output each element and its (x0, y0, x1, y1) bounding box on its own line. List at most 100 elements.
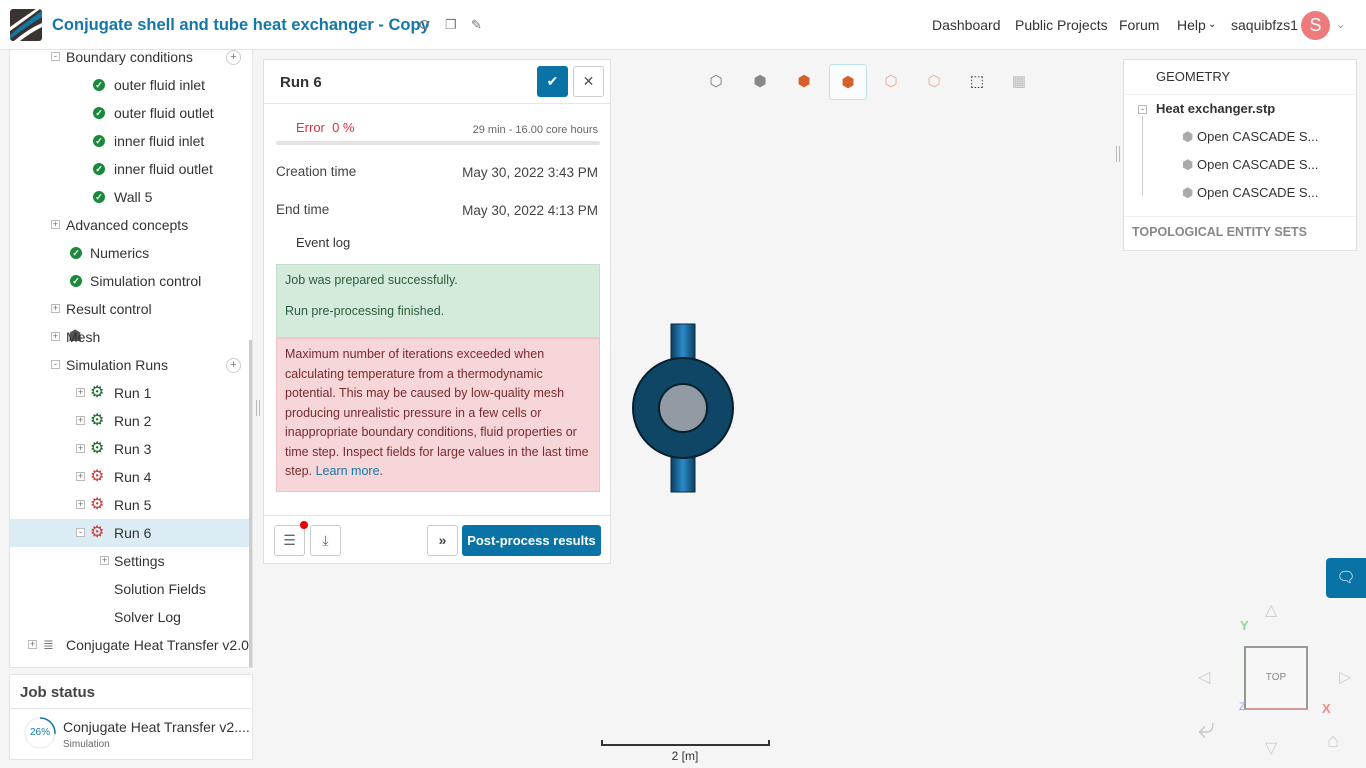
tree-item-label: Advanced concepts (66, 217, 189, 233)
copy-icon[interactable]: ❐ (445, 17, 457, 33)
tree-item[interactable]: ✓ Wall 5 (10, 183, 250, 211)
tree-item[interactable]: + ⚙ Run 3 (10, 435, 250, 463)
expand-toggle[interactable]: + (76, 472, 85, 481)
tree-item[interactable]: Solver Log (10, 603, 250, 631)
add-button[interactable]: + (226, 358, 241, 373)
expand-toggle[interactable]: + (51, 220, 60, 229)
share-icon[interactable]: ⭘ (419, 17, 429, 33)
expand-toggle[interactable]: + (51, 304, 60, 313)
post-process-button[interactable]: Post-process results (462, 525, 601, 556)
tree-item-label: Wall 5 (114, 189, 153, 205)
job-name[interactable]: Conjugate Heat Transfer v2.... (63, 719, 250, 735)
tree-item[interactable]: + ☗ Mesh (10, 323, 250, 351)
expand-toggle[interactable]: + (76, 416, 85, 425)
username[interactable]: saquibfzs1 (1231, 17, 1298, 33)
heat-exchanger-model[interactable] (630, 322, 736, 494)
collapse-toggle[interactable]: - (51, 360, 60, 369)
collapse-toggle[interactable]: - (76, 528, 85, 537)
learn-more-link[interactable]: Learn more (316, 464, 380, 478)
expand-toggle[interactable]: + (76, 500, 85, 509)
scale-label: 2 [m] (671, 749, 699, 763)
home-view-icon[interactable]: ⌂ (1327, 730, 1339, 753)
tree-item[interactable]: + ≣ Conjugate Heat Transfer v2.0... (10, 631, 252, 659)
collapse-toggle[interactable]: - (1138, 105, 1147, 114)
solid-view-icon[interactable]: ⬢ (741, 64, 779, 100)
panel-resize-handle[interactable] (1116, 146, 1120, 162)
rotate-view-icon[interactable]: ⤶ (1198, 712, 1215, 746)
check-icon: ✓ (70, 275, 82, 287)
topological-sets-title[interactable]: TOPOLOGICAL ENTITY SETS (1132, 225, 1307, 239)
download-button[interactable]: ⤓ (310, 525, 341, 556)
select-volume-icon[interactable]: ⬢ (785, 64, 823, 100)
geometry-item[interactable]: ⬢ Open CASCADE S... (1182, 157, 1318, 173)
tree-item[interactable]: ✓ inner fluid inlet (10, 127, 250, 155)
scrollbar[interactable] (249, 340, 252, 667)
run-status: Error (296, 120, 325, 135)
tree-item[interactable]: - ⚙ Run 6 (10, 519, 250, 547)
tree-item[interactable]: Solution Fields (10, 575, 250, 603)
tree-item[interactable]: + ⚙ Run 4 (10, 463, 250, 491)
close-button[interactable]: ✕ (573, 66, 604, 97)
select-face-icon[interactable]: ⬢ (829, 64, 867, 100)
tree-item-label: Run 2 (114, 413, 152, 429)
nav-dashboard[interactable]: Dashboard (932, 17, 1001, 33)
tree-item[interactable]: - Simulation Runs + (10, 351, 250, 379)
geometry-item[interactable]: ⬢ Open CASCADE S... (1182, 129, 1318, 145)
expand-toggle[interactable]: + (76, 388, 85, 397)
geometry-item-label: Open CASCADE S... (1196, 157, 1319, 172)
geometry-item-label: Open CASCADE S... (1196, 185, 1319, 200)
sidebar-resize-handle[interactable] (256, 400, 260, 416)
add-button[interactable]: + (226, 50, 241, 65)
collapse-toggle[interactable]: - (51, 52, 60, 61)
nav-public-projects[interactable]: Public Projects (1015, 17, 1108, 33)
edit-icon[interactable]: ✎ (471, 17, 482, 33)
tree-item-label: Run 4 (114, 469, 152, 485)
rotate-up-icon[interactable]: △ (1265, 600, 1277, 620)
tree-item[interactable]: ✓ Numerics (10, 239, 250, 267)
expand-toggle[interactable]: + (76, 444, 85, 453)
tree-item[interactable]: ✓ inner fluid outlet (10, 155, 250, 183)
chat-button[interactable]: 🗨 (1326, 558, 1366, 598)
geometry-item[interactable]: ⬢ Open CASCADE S... (1182, 185, 1318, 201)
rotate-right-icon[interactable]: ▷ (1339, 667, 1351, 687)
box-select-icon[interactable]: ⬚ (958, 64, 996, 100)
tree-item[interactable]: + ⚙ Run 5 (10, 491, 250, 519)
geometry-file[interactable]: Heat exchanger.stp (1156, 101, 1275, 116)
tree-item[interactable]: + ⚙ Run 2 (10, 407, 250, 435)
tree-item-label: Simulation control (90, 273, 202, 289)
expand-toggle[interactable]: + (100, 556, 109, 565)
tree-item-label: Simulation Runs (66, 357, 168, 373)
view-cube-face[interactable]: TOP (1244, 646, 1308, 710)
select-point-icon[interactable]: ⬡ (915, 64, 953, 100)
tree-item[interactable]: + Advanced concepts (10, 211, 250, 239)
confirm-button[interactable]: ✔ (537, 66, 568, 97)
select-edge-icon[interactable]: ⬡ (872, 64, 910, 100)
rotate-left-icon[interactable]: ◁ (1198, 667, 1210, 687)
chevron-down-icon[interactable]: ⌄ (1208, 19, 1216, 30)
tree-item[interactable]: - Boundary conditions + (10, 50, 250, 71)
mesh-view-icon[interactable]: ▦ (1000, 64, 1038, 100)
tree-item-label: Run 1 (114, 385, 152, 401)
rotate-down-icon[interactable]: ▽ (1265, 738, 1277, 758)
tree-item-label: Settings (114, 553, 165, 569)
project-title[interactable]: Conjugate shell and tube heat exchanger … (52, 16, 430, 35)
tree-item[interactable]: + Settings (10, 547, 250, 575)
tree-item[interactable]: ✓ Simulation control (10, 267, 250, 295)
tree-item-label: Result control (66, 301, 152, 317)
expand-toggle[interactable]: + (28, 640, 37, 649)
wireframe-view-icon[interactable]: ⬡ (697, 64, 735, 100)
tree-item[interactable]: + Result control (10, 295, 250, 323)
avatar[interactable]: S (1301, 11, 1330, 40)
expand-toggle[interactable]: + (51, 332, 60, 341)
nav-help[interactable]: Help (1177, 17, 1206, 33)
event-list-button[interactable]: ☰ (274, 525, 305, 556)
expand-button[interactable]: » (427, 525, 458, 556)
nav-forum[interactable]: Forum (1119, 17, 1159, 33)
geometry-panel: GEOMETRY - Heat exchanger.stp ⬢ Open CAS… (1123, 59, 1357, 251)
tree-item[interactable]: ✓ outer fluid inlet (10, 71, 250, 99)
chevron-down-icon[interactable]: ⌄ (1336, 18, 1345, 31)
app-logo[interactable] (10, 9, 42, 41)
tree-item[interactable]: + ⚙ Run 1 (10, 379, 250, 407)
progress-bar (276, 141, 600, 145)
tree-item[interactable]: ✓ outer fluid outlet (10, 99, 250, 127)
